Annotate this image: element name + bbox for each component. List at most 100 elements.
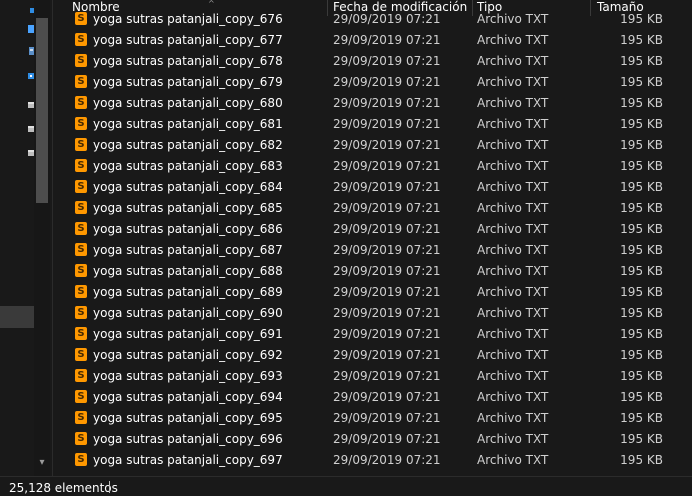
file-size: 195 KB bbox=[620, 12, 663, 26]
sort-ascending-icon: ^ bbox=[208, 0, 215, 8]
table-row[interactable]: Syoga sutras patanjali_copy_687 29/09/201… bbox=[53, 240, 692, 261]
file-icon-glyph: S bbox=[77, 223, 85, 234]
file-type: Archivo TXT bbox=[477, 33, 549, 47]
file-size: 195 KB bbox=[620, 75, 663, 89]
table-row[interactable]: Syoga sutras patanjali_copy_683 29/09/201… bbox=[53, 156, 692, 177]
file-type: Archivo TXT bbox=[477, 180, 549, 194]
table-row[interactable]: Syoga sutras patanjali_copy_690 29/09/201… bbox=[53, 303, 692, 324]
file-size: 195 KB bbox=[620, 285, 663, 299]
table-row[interactable]: Syoga sutras patanjali_copy_677 29/09/201… bbox=[53, 30, 692, 51]
date-modified: 29/09/2019 07:21 bbox=[333, 327, 441, 341]
sublime-text-file-icon: S bbox=[75, 369, 87, 382]
date-modified: 29/09/2019 07:21 bbox=[333, 201, 441, 215]
file-icon-glyph: S bbox=[77, 139, 85, 150]
table-row[interactable]: Syoga sutras patanjali_copy_682 29/09/201… bbox=[53, 135, 692, 156]
file-type: Archivo TXT bbox=[477, 369, 549, 383]
file-name: yoga sutras patanjali_copy_689 bbox=[93, 285, 283, 299]
file-icon-glyph: S bbox=[77, 202, 85, 213]
file-name: yoga sutras patanjali_copy_683 bbox=[93, 159, 283, 173]
file-size: 195 KB bbox=[620, 453, 663, 467]
sublime-text-file-icon: S bbox=[75, 33, 87, 46]
table-row[interactable]: Syoga sutras patanjali_copy_686 29/09/201… bbox=[53, 219, 692, 240]
table-row[interactable]: Syoga sutras patanjali_copy_689 29/09/201… bbox=[53, 282, 692, 303]
table-row[interactable]: Syoga sutras patanjali_copy_688 29/09/201… bbox=[53, 261, 692, 282]
file-size: 195 KB bbox=[620, 117, 663, 131]
table-row[interactable]: Syoga sutras patanjali_copy_679 29/09/201… bbox=[53, 72, 692, 93]
file-size: 195 KB bbox=[620, 411, 663, 425]
file-name: yoga sutras patanjali_copy_688 bbox=[93, 264, 283, 278]
file-name: yoga sutras patanjali_copy_693 bbox=[93, 369, 283, 383]
table-row[interactable]: Syoga sutras patanjali_copy_685 29/09/201… bbox=[53, 198, 692, 219]
scroll-down-icon[interactable]: ▾ bbox=[37, 458, 47, 468]
nav-scrollbar[interactable]: ▾ bbox=[34, 0, 50, 476]
file-name: yoga sutras patanjali_copy_681 bbox=[93, 117, 283, 131]
date-modified: 29/09/2019 07:21 bbox=[333, 264, 441, 278]
date-modified: 29/09/2019 07:21 bbox=[333, 159, 441, 173]
file-icon-glyph: S bbox=[77, 97, 85, 108]
sublime-text-file-icon: S bbox=[75, 12, 87, 25]
file-icon-glyph: S bbox=[77, 160, 85, 171]
file-type: Archivo TXT bbox=[477, 138, 549, 152]
sublime-text-file-icon: S bbox=[75, 285, 87, 298]
file-size: 195 KB bbox=[620, 243, 663, 257]
file-name: yoga sutras patanjali_copy_682 bbox=[93, 138, 283, 152]
table-row[interactable]: Syoga sutras patanjali_copy_681 29/09/201… bbox=[53, 114, 692, 135]
file-size: 195 KB bbox=[620, 201, 663, 215]
table-row[interactable]: Syoga sutras patanjali_copy_692 29/09/201… bbox=[53, 345, 692, 366]
file-name: yoga sutras patanjali_copy_685 bbox=[93, 201, 283, 215]
file-name: yoga sutras patanjali_copy_677 bbox=[93, 33, 283, 47]
table-row[interactable]: Syoga sutras patanjali_copy_696 29/09/201… bbox=[53, 429, 692, 450]
file-type: Archivo TXT bbox=[477, 348, 549, 362]
date-modified: 29/09/2019 07:21 bbox=[333, 348, 441, 362]
file-type: Archivo TXT bbox=[477, 453, 549, 467]
date-modified: 29/09/2019 07:21 bbox=[333, 453, 441, 467]
table-row[interactable]: Syoga sutras patanjali_copy_684 29/09/201… bbox=[53, 177, 692, 198]
date-modified: 29/09/2019 07:21 bbox=[333, 222, 441, 236]
date-modified: 29/09/2019 07:21 bbox=[333, 75, 441, 89]
file-name: yoga sutras patanjali_copy_687 bbox=[93, 243, 283, 257]
file-size: 195 KB bbox=[620, 264, 663, 278]
table-row[interactable]: Syoga sutras patanjali_copy_694 29/09/201… bbox=[53, 387, 692, 408]
table-row[interactable]: Syoga sutras patanjali_copy_678 29/09/201… bbox=[53, 51, 692, 72]
table-row[interactable]: Syoga sutras patanjali_copy_697 29/09/201… bbox=[53, 450, 692, 471]
table-row[interactable]: Syoga sutras patanjali_copy_680 29/09/201… bbox=[53, 93, 692, 114]
file-size: 195 KB bbox=[620, 96, 663, 110]
item-count: 25,128 elementos bbox=[9, 481, 118, 495]
sublime-text-file-icon: S bbox=[75, 75, 87, 88]
table-row[interactable]: Syoga sutras patanjali_copy_695 29/09/201… bbox=[53, 408, 692, 429]
sublime-text-file-icon: S bbox=[75, 432, 87, 445]
file-name: yoga sutras patanjali_copy_692 bbox=[93, 348, 283, 362]
file-list: Syoga sutras patanjali_copy_676 29/09/201… bbox=[53, 12, 692, 476]
file-type: Archivo TXT bbox=[477, 117, 549, 131]
file-icon-glyph: S bbox=[77, 55, 85, 66]
file-type: Archivo TXT bbox=[477, 222, 549, 236]
date-modified: 29/09/2019 07:21 bbox=[333, 285, 441, 299]
table-row[interactable]: Syoga sutras patanjali_copy_693 29/09/201… bbox=[53, 366, 692, 387]
file-size: 195 KB bbox=[620, 180, 663, 194]
file-icon-glyph: S bbox=[77, 307, 85, 318]
file-type: Archivo TXT bbox=[477, 75, 549, 89]
sublime-text-file-icon: S bbox=[75, 201, 87, 214]
file-icon-glyph: S bbox=[77, 412, 85, 423]
nav-scrollbar-thumb[interactable] bbox=[36, 18, 48, 203]
file-icon-glyph: S bbox=[77, 118, 85, 129]
file-size: 195 KB bbox=[620, 348, 663, 362]
file-icon-glyph: S bbox=[77, 433, 85, 444]
file-name: yoga sutras patanjali_copy_686 bbox=[93, 222, 283, 236]
file-type: Archivo TXT bbox=[477, 243, 549, 257]
date-modified: 29/09/2019 07:21 bbox=[333, 432, 441, 446]
sublime-text-file-icon: S bbox=[75, 411, 87, 424]
nav-selected-item[interactable] bbox=[0, 306, 34, 328]
file-type: Archivo TXT bbox=[477, 390, 549, 404]
table-row[interactable]: Syoga sutras patanjali_copy_691 29/09/201… bbox=[53, 324, 692, 345]
table-row[interactable]: Syoga sutras patanjali_copy_676 29/09/201… bbox=[53, 12, 692, 30]
file-type: Archivo TXT bbox=[477, 54, 549, 68]
sublime-text-file-icon: S bbox=[75, 243, 87, 256]
file-name: yoga sutras patanjali_copy_676 bbox=[93, 12, 283, 26]
sublime-text-file-icon: S bbox=[75, 306, 87, 319]
file-size: 195 KB bbox=[620, 54, 663, 68]
file-name: yoga sutras patanjali_copy_696 bbox=[93, 432, 283, 446]
sublime-text-file-icon: S bbox=[75, 159, 87, 172]
date-modified: 29/09/2019 07:21 bbox=[333, 390, 441, 404]
date-modified: 29/09/2019 07:21 bbox=[333, 54, 441, 68]
